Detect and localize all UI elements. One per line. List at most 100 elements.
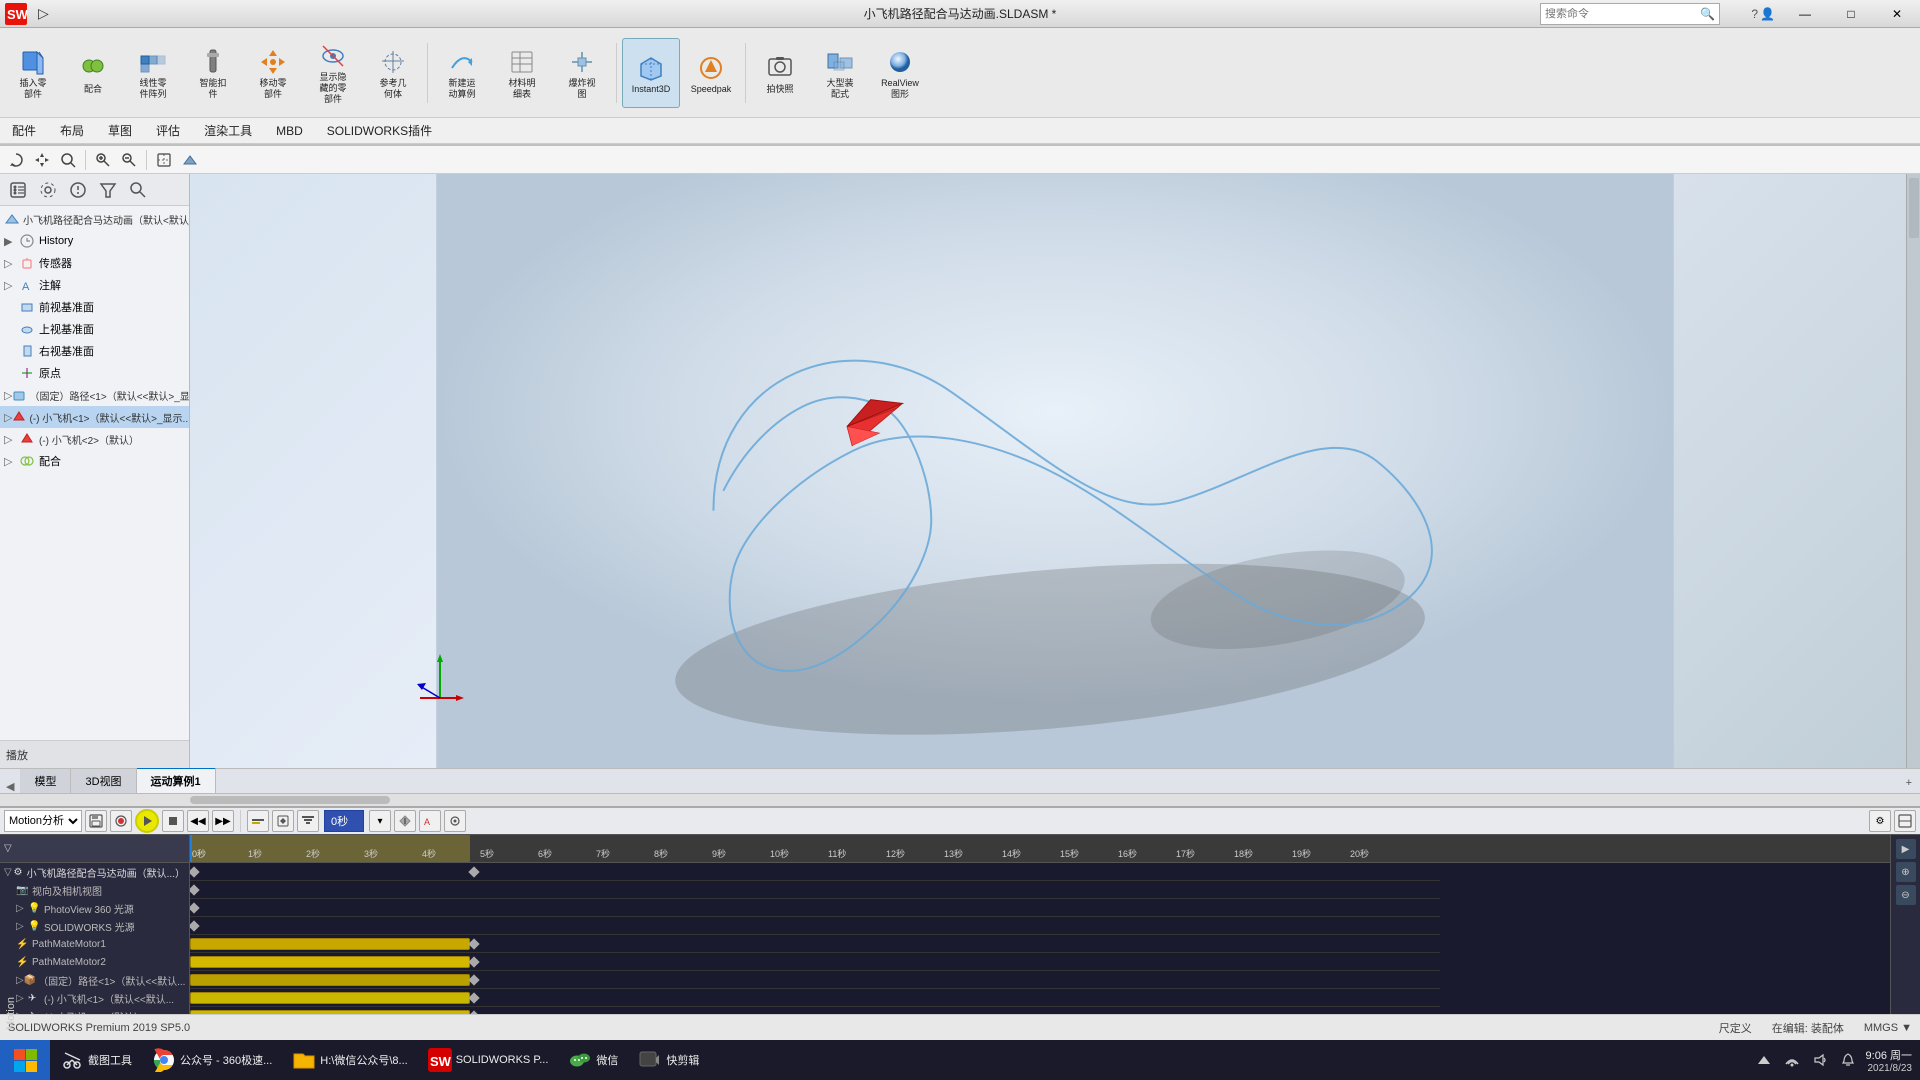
viewport[interactable] [190, 174, 1920, 768]
tree-expand-plane2[interactable]: ▷ [4, 433, 18, 446]
time-display[interactable]: 0秒 [324, 810, 364, 832]
pb-btn-auto-key[interactable]: A [419, 810, 441, 832]
ribbon-btn-new-motion[interactable]: 新建运动算例 [433, 38, 491, 108]
tl-tool-3[interactable]: ⊖ [1896, 885, 1916, 905]
hscroll-thumb[interactable] [190, 796, 390, 804]
tb2-btn-zoom-fit[interactable] [56, 148, 80, 172]
tl-row-motor2[interactable]: ⚡ PathMateMotor2 [0, 953, 189, 971]
tree-expand-path[interactable]: ▷ [4, 389, 12, 402]
tl-row-motor1[interactable]: ⚡ PathMateMotor1 [0, 935, 189, 953]
tree-expand-mate[interactable]: ▷ [4, 455, 18, 468]
pb-btn-settings2[interactable]: ⚙ [1869, 810, 1891, 832]
tb2-btn-display[interactable] [178, 148, 202, 172]
tray-icon-notify[interactable] [1838, 1050, 1858, 1070]
pb-btn-save[interactable] [85, 810, 107, 832]
tree-item-annotation[interactable]: ▷ A 注解 [0, 274, 189, 296]
diamond-root-start[interactable] [190, 866, 200, 877]
pb-btn-new-keyframe[interactable] [394, 810, 416, 832]
close-button[interactable]: ✕ [1874, 0, 1920, 28]
menu-item-xuanran[interactable]: 渲染工具 [192, 118, 264, 143]
tree-expand-annotation[interactable]: ▷ [4, 279, 18, 292]
tray-icon-sound[interactable] [1810, 1050, 1830, 1070]
pb-btn-record[interactable] [110, 810, 132, 832]
maximize-button[interactable]: □ [1828, 0, 1874, 28]
diamond-motor1-end[interactable] [468, 938, 479, 949]
tl-expand-fp1[interactable]: ▷ [16, 993, 28, 1004]
taskbar-item-folder[interactable]: H:\微信公众号\8... [284, 1042, 415, 1078]
tb2-btn-zoom-out[interactable] [117, 148, 141, 172]
bar-fp2[interactable] [190, 1010, 470, 1014]
tree-item-plane1[interactable]: ▷ (-) 小飞机<1>（默认<<默认>_显示... [0, 406, 189, 428]
ribbon-btn-speedpak[interactable]: Speedpak [682, 38, 740, 108]
ribbon-btn-insert-part[interactable]: 插入零部件 [4, 38, 62, 108]
diamond-camera[interactable] [190, 884, 200, 895]
user-icon[interactable]: 👤 [1760, 7, 1775, 21]
tree-item-mate[interactable]: ▷ 配合 [0, 450, 189, 472]
tab-bar-scroll-left[interactable]: ◀ [0, 780, 20, 793]
pb-btn-filter2[interactable] [297, 810, 319, 832]
tray-time[interactable]: 9:06 周一 2021/8/23 [1866, 1047, 1912, 1074]
pb-btn-timeline-mode[interactable] [247, 810, 269, 832]
taskbar-item-chrome[interactable]: 公众号 - 360极速... [144, 1042, 280, 1078]
tb2-btn-pan[interactable] [30, 148, 54, 172]
tree-root[interactable]: 小飞机路径配合马达动画（默认<默认_显... [0, 208, 189, 230]
ribbon-btn-mate[interactable]: 配合 [64, 38, 122, 108]
tree-item-sensor[interactable]: ▷ 传感器 [0, 252, 189, 274]
tree-item-origin[interactable]: 原点 [0, 362, 189, 384]
tl-row-photoview[interactable]: ▷ 💡 PhotoView 360 光源 [0, 899, 189, 917]
tl-row-camera[interactable]: 📷 视向及相机视图 [0, 881, 189, 899]
ribbon-btn-smart-fastener[interactable]: 智能扣件 [184, 38, 242, 108]
bar-fp1[interactable] [190, 992, 470, 1004]
pb-btn-stop[interactable] [162, 810, 184, 832]
ribbon-btn-show-hide[interactable]: 显示隐藏的零部件 [304, 36, 362, 108]
timeline-right[interactable]: 0秒 1秒 2秒 3秒 4秒 5秒 6秒 7秒 8秒 9秒 10秒 11秒 12… [190, 835, 1920, 1014]
ribbon-btn-bom[interactable]: 材料明细表 [493, 38, 551, 108]
ribbon-btn-large-asm[interactable]: 大型装配式 [811, 38, 869, 108]
menu-item-caotu[interactable]: 草图 [96, 118, 144, 143]
pb-btn-options[interactable] [444, 810, 466, 832]
pb-btn-play[interactable] [135, 809, 159, 833]
tab-3dview[interactable]: 3D视图 [71, 768, 136, 793]
tab-add-button[interactable]: + [1898, 773, 1920, 793]
tl-expand-fp2[interactable]: ▷ [16, 1011, 28, 1015]
timeline-tracks[interactable] [190, 863, 1440, 1014]
minimize-button[interactable]: — [1782, 0, 1828, 28]
lp-icon-properties2[interactable] [64, 176, 92, 204]
nav-arrow[interactable]: ▷ [32, 5, 55, 22]
tree-item-right-plane[interactable]: 右视基准面 [0, 340, 189, 362]
search-box[interactable]: 🔍 [1540, 3, 1720, 25]
taskbar-start-button[interactable] [0, 1040, 50, 1080]
taskbar-item-sw[interactable]: SW SOLIDWORKS P... [420, 1042, 557, 1078]
menu-item-plugins[interactable]: SOLIDWORKS插件 [315, 118, 444, 143]
bar-motor2[interactable] [190, 956, 470, 968]
tl-tool-1[interactable]: ▶ [1896, 839, 1916, 859]
bar-motor1[interactable] [190, 938, 470, 950]
tab-motion[interactable]: 运动算例1 [137, 767, 216, 793]
tray-icon-network[interactable] [1782, 1050, 1802, 1070]
lp-icon-filter[interactable] [94, 176, 122, 204]
ribbon-btn-move-part[interactable]: 移动零部件 [244, 38, 302, 108]
taskbar-item-scissors[interactable]: 截图工具 [52, 1042, 140, 1078]
main-hscroll[interactable] [0, 794, 1920, 806]
lp-icon-config[interactable] [34, 176, 62, 204]
diamond-root-end[interactable] [468, 866, 479, 877]
tb2-btn-zoom-in[interactable] [91, 148, 115, 172]
tl-row-swlight[interactable]: ▷ 💡 SOLIDWORKS 光源 [0, 917, 189, 935]
pb-btn-prev[interactable]: ◀◀ [187, 810, 209, 832]
pb-btn-keyframe[interactable] [272, 810, 294, 832]
help-icon[interactable]: ? [1751, 7, 1758, 21]
ribbon-btn-realview[interactable]: RealView图形 [871, 38, 929, 108]
ribbon-btn-explode[interactable]: 爆炸视图 [553, 38, 611, 108]
diamond-path2-end[interactable] [468, 974, 479, 985]
ribbon-btn-pattern[interactable]: 线性零件阵列 [124, 38, 182, 108]
pb-btn-next[interactable]: ▶▶ [212, 810, 234, 832]
diamond-photoview[interactable] [190, 902, 200, 913]
menu-item-pinggu[interactable]: 评估 [144, 118, 192, 143]
tb2-btn-view-orient[interactable] [152, 148, 176, 172]
tree-item-plane2[interactable]: ▷ (-) 小飞机<2>（默认） [0, 428, 189, 450]
diamond-motor2-end[interactable] [468, 956, 479, 967]
tree-expand-history[interactable]: ▶ [4, 235, 18, 248]
ribbon-btn-snapshot[interactable]: 拍快照 [751, 38, 809, 108]
tree-item-history[interactable]: ▶ History [0, 230, 189, 252]
taskbar-item-wechat[interactable]: 微信 [560, 1042, 626, 1078]
